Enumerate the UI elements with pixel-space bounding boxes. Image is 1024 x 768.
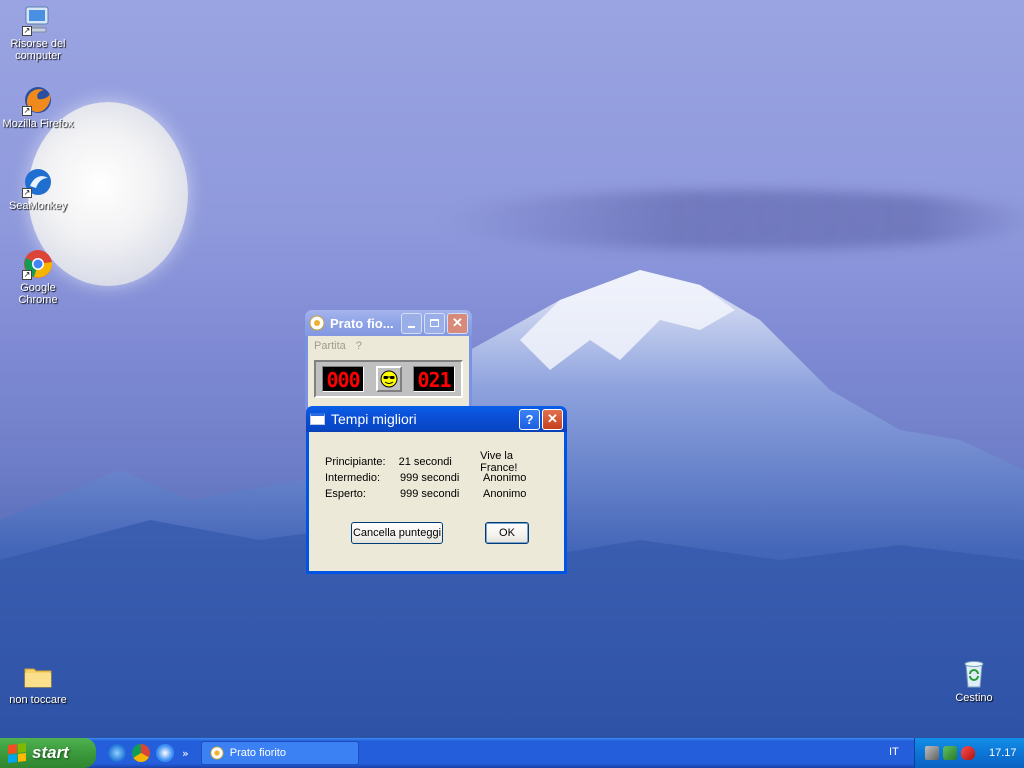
flower-icon — [309, 315, 325, 331]
minimize-button[interactable] — [401, 312, 422, 334]
score-row-expert: Esperto: 999 secondi Anonimo — [325, 486, 552, 502]
firefox-icon: ↗ — [22, 84, 54, 116]
windows-logo-icon — [8, 743, 26, 763]
folder-icon — [22, 660, 54, 692]
start-button[interactable]: start — [0, 738, 96, 768]
mountain-wallpaper — [0, 270, 1024, 738]
score-name: Vive la France! — [480, 450, 518, 474]
desktop-icon-folder[interactable]: non toccare — [0, 660, 76, 706]
score-level: Principiante: — [325, 456, 386, 468]
desktop-icon-label: Risorse del computer — [10, 38, 66, 62]
desktop-icon-label: Mozilla Firefox — [2, 118, 74, 130]
score-row-beginner: Principiante: 21 secondi Vive la France! — [325, 450, 552, 474]
maximize-button[interactable] — [424, 312, 445, 334]
internet-explorer-icon[interactable] — [108, 744, 126, 762]
help-button[interactable]: ? — [519, 408, 540, 430]
score-name: Anonimo — [483, 488, 527, 500]
quick-launch: » — [108, 744, 189, 762]
timer-display: 021 — [413, 366, 455, 392]
seamonkey-icon: ↗ — [22, 166, 54, 198]
chrome-quicklaunch-icon[interactable] — [132, 744, 150, 762]
minesweeper-titlebar[interactable]: Prato fio... ✕ — [305, 310, 472, 336]
dialog-titlebar[interactable]: Tempi migliori ? ✕ — [306, 406, 567, 432]
taskbar-item-prato-fiorito[interactable]: Prato fiorito — [200, 741, 359, 765]
dialog-buttons: Cancella punteggi OK — [325, 522, 552, 544]
minesweeper-status-panel: 000 021 — [314, 360, 463, 398]
flower-icon — [210, 746, 224, 760]
ok-button[interactable]: OK — [485, 522, 529, 544]
dialog-close-button[interactable]: ✕ — [542, 408, 563, 430]
security-icon[interactable] — [943, 746, 957, 760]
menu-help[interactable]: ? — [356, 340, 362, 352]
my-computer-icon: ↗ — [22, 4, 54, 36]
minesweeper-window[interactable]: Prato fio... ✕ Partita ? 000 021 — [305, 310, 472, 410]
dialog-body: Principiante: 21 secondi Vive la France!… — [309, 432, 564, 544]
language-indicator[interactable]: IT — [889, 746, 899, 758]
desktop-icon-label: non toccare — [9, 694, 67, 706]
score-time: 999 secondi — [400, 488, 460, 500]
chrome-icon: ↗ — [22, 248, 54, 280]
desktop-icon-firefox[interactable]: ↗ Mozilla Firefox — [0, 84, 76, 130]
maximize-icon — [430, 319, 439, 327]
smiley-button[interactable] — [375, 366, 402, 392]
minimize-icon — [408, 326, 415, 328]
best-times-dialog[interactable]: Tempi migliori ? ✕ Principiante: 21 seco… — [306, 406, 567, 574]
menu-partita[interactable]: Partita — [314, 340, 346, 352]
desktop-icon-seamonkey[interactable]: ↗ SeaMonkey — [0, 166, 76, 212]
media-player-icon[interactable] — [156, 744, 174, 762]
cloud-wallpaper — [440, 190, 1024, 250]
score-name: Anonimo — [483, 472, 527, 484]
score-row-intermediate: Intermedio: 999 secondi Anonimo — [325, 470, 552, 486]
window-icon — [310, 413, 325, 425]
desktop-icon-label: SeaMonkey — [8, 200, 68, 212]
desktop-icon-label: Google Chrome — [18, 282, 58, 306]
desktop-icon-recycle-bin[interactable]: Cestino — [936, 658, 1012, 704]
close-icon: ✕ — [547, 411, 558, 426]
score-level: Esperto: — [325, 488, 366, 500]
sunglasses-smiley-icon — [380, 370, 397, 388]
minesweeper-menubar: Partita ? — [308, 336, 469, 356]
dialog-title: Tempi migliori — [331, 411, 417, 427]
network-icon[interactable] — [925, 746, 939, 760]
desktop-icon-label: Cestino — [955, 692, 993, 704]
shield-icon[interactable] — [961, 746, 975, 760]
score-level: Intermedio: — [325, 472, 381, 484]
score-time: 999 secondi — [400, 472, 460, 484]
start-label: start — [32, 743, 69, 762]
minesweeper-title: Prato fio... — [330, 315, 394, 331]
mines-counter: 000 — [322, 366, 364, 392]
close-button[interactable]: ✕ — [447, 312, 468, 334]
system-tray: 17.17 — [914, 738, 1024, 768]
taskbar-item-label: Prato fiorito — [229, 747, 286, 759]
score-time: 21 secondi — [398, 456, 452, 468]
recycle-bin-icon — [958, 658, 990, 690]
clock: 17.17 — [989, 747, 1017, 759]
quicklaunch-more-icon[interactable]: » — [182, 747, 189, 760]
taskbar: start » Prato fiorito IT 17.17 — [0, 738, 1024, 768]
desktop-icon-my-computer[interactable]: ↗ Risorse del computer — [0, 4, 76, 62]
desktop-icon-chrome[interactable]: ↗ Google Chrome — [0, 248, 76, 306]
close-icon: ✕ — [452, 315, 463, 330]
reset-scores-button[interactable]: Cancella punteggi — [351, 522, 443, 544]
